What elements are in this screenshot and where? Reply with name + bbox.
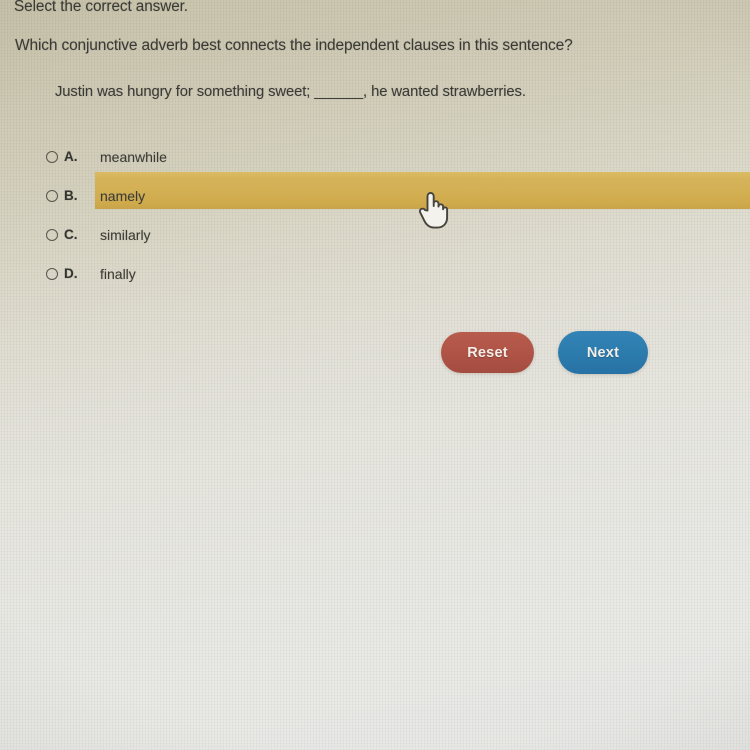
next-button[interactable]: Next [558, 331, 648, 374]
option-letter-b: B. [64, 188, 78, 203]
option-label-c: similarly [100, 226, 151, 243]
radio-button-c[interactable] [46, 228, 58, 241]
question-text: Which conjunctive adverb best connects t… [15, 37, 573, 54]
option-label-b: namely [100, 187, 146, 204]
radio-button-a[interactable] [46, 150, 58, 163]
quiz-page: Select the correct answer. Which conjunc… [0, 0, 750, 750]
photo-vignette [0, 0, 750, 750]
option-row-c[interactable]: C. similarly [0, 215, 750, 254]
option-label-a: meanwhile [100, 148, 167, 165]
prompt-text: Select the correct answer. [14, 0, 188, 15]
option-label-d: finally [100, 265, 136, 282]
option-row-b[interactable]: B. namely [0, 176, 750, 215]
option-letter-c: C. [64, 227, 78, 242]
reset-button[interactable]: Reset [441, 332, 534, 373]
answer-options-list: A. meanwhile B. namely C. similarly D. f… [0, 137, 750, 293]
option-letter-d: D. [64, 266, 78, 281]
option-letter-a: A. [64, 149, 78, 164]
radio-button-d[interactable] [46, 267, 58, 280]
paper-texture-overlay [0, 0, 750, 750]
option-row-d[interactable]: D. finally [0, 254, 750, 293]
radio-button-b[interactable] [46, 189, 58, 202]
sentence-text: Justin was hungry for something sweet; _… [55, 84, 526, 100]
option-row-a[interactable]: A. meanwhile [0, 137, 750, 176]
